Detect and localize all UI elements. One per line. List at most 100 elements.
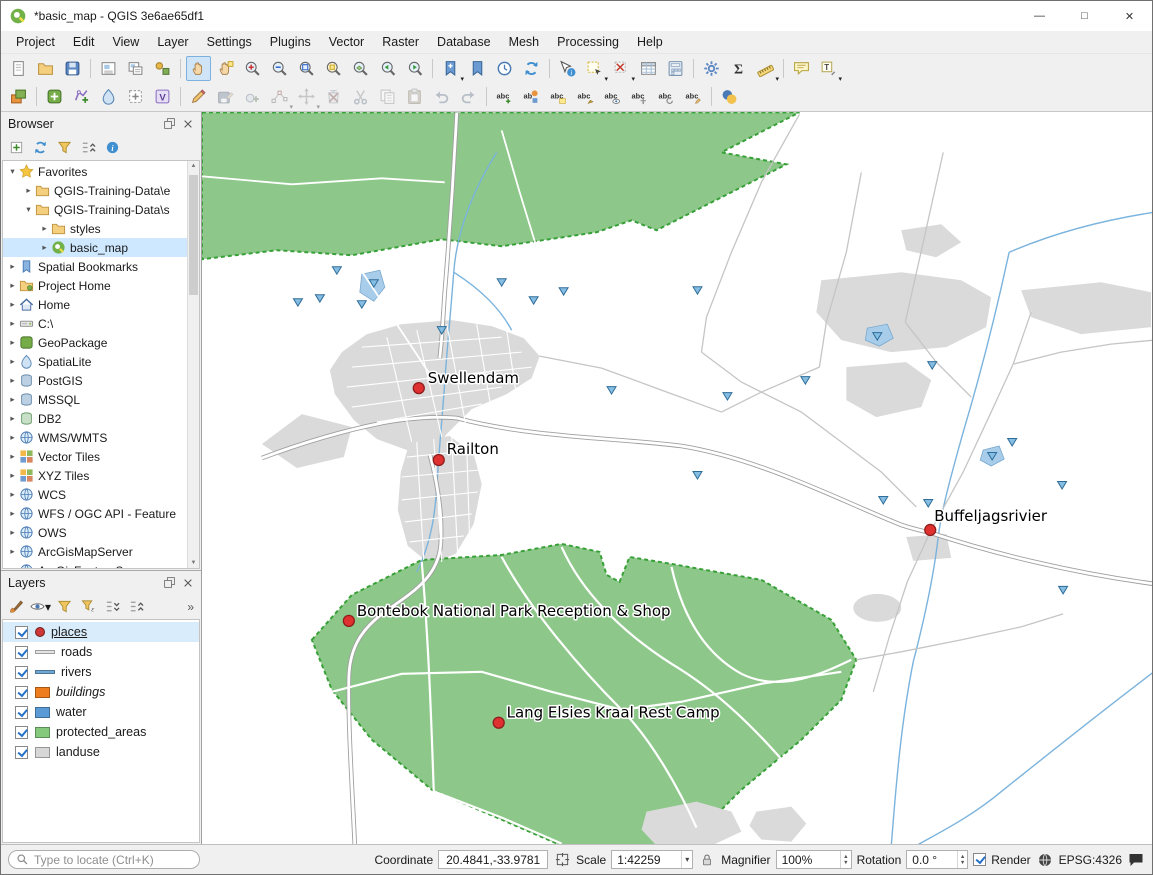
browser-item-spatialite[interactable]: ▸SpatiaLite bbox=[3, 352, 187, 371]
toggle-extents-icon[interactable] bbox=[553, 851, 571, 869]
layer-checkbox-roads[interactable] bbox=[15, 646, 28, 659]
highlight-pinned-labels-button[interactable]: abc bbox=[546, 84, 571, 109]
expand-all-layers-button[interactable] bbox=[102, 596, 123, 617]
pan-map-button[interactable] bbox=[186, 56, 211, 81]
layer-checkbox-water[interactable] bbox=[15, 706, 28, 719]
browser-item-geopackage[interactable]: ▸GeoPackage bbox=[3, 333, 187, 352]
menu-view[interactable]: View bbox=[103, 33, 148, 51]
layer-row-landuse[interactable]: landuse bbox=[3, 742, 199, 762]
chevron-right-icon[interactable]: ▸ bbox=[23, 185, 34, 196]
chevron-right-icon[interactable]: ▸ bbox=[7, 432, 18, 443]
map-svg[interactable]: SwellendamRailtonBuffeljagsrivierBontebo… bbox=[202, 112, 1152, 844]
maximize-button[interactable]: □ bbox=[1062, 1, 1107, 31]
undo-button[interactable] bbox=[429, 84, 454, 109]
browser-item-qgis-training-data-s[interactable]: ▾QGIS-Training-Data\s bbox=[3, 200, 187, 219]
map-canvas[interactable]: SwellendamRailtonBuffeljagsrivierBontebo… bbox=[202, 112, 1152, 844]
layer-row-rivers[interactable]: rivers bbox=[3, 662, 199, 682]
dropdown-arrow-icon[interactable]: ▾ bbox=[775, 75, 779, 83]
browser-item-wcs[interactable]: ▸WCS bbox=[3, 485, 187, 504]
temporal-controller-button[interactable] bbox=[492, 56, 517, 81]
dropdown-arrow-icon[interactable]: ▾ bbox=[460, 75, 464, 83]
identify-features-button[interactable]: i bbox=[555, 56, 580, 81]
pin-unpin-labels-button[interactable]: abc bbox=[573, 84, 598, 109]
menu-raster[interactable]: Raster bbox=[373, 33, 428, 51]
text-annotation-button[interactable]: T▾ bbox=[816, 56, 841, 81]
open-attribute-table-button[interactable] bbox=[636, 56, 661, 81]
layer-row-roads[interactable]: roads bbox=[3, 642, 199, 662]
chevron-right-icon[interactable]: ▸ bbox=[7, 546, 18, 557]
new-temporary-scratch-layer-button[interactable] bbox=[123, 84, 148, 109]
layers-toolbar-overflow[interactable]: » bbox=[187, 600, 196, 614]
layers-float-icon[interactable] bbox=[161, 575, 177, 591]
browser-item-home[interactable]: ▸Home bbox=[3, 295, 187, 314]
new-spatial-bookmark-button[interactable]: ▾ bbox=[438, 56, 463, 81]
menu-settings[interactable]: Settings bbox=[198, 33, 261, 51]
browser-item-wms-wmts[interactable]: ▸WMS/WMTS bbox=[3, 428, 187, 447]
layer-row-buildings[interactable]: buildings bbox=[3, 682, 199, 702]
chevron-right-icon[interactable]: ▸ bbox=[7, 527, 18, 538]
python-console-button[interactable] bbox=[717, 84, 742, 109]
vertex-tool-button[interactable]: ▾ bbox=[267, 84, 292, 109]
layer-row-places[interactable]: places bbox=[3, 622, 199, 642]
rotate-label-button[interactable]: abc bbox=[654, 84, 679, 109]
browser-item-arcgisfeatureserver[interactable]: ▸ArcGisFeatureServer bbox=[3, 561, 187, 568]
save-layer-edits-button[interactable] bbox=[213, 84, 238, 109]
chevron-right-icon[interactable]: ▸ bbox=[7, 299, 18, 310]
dropdown-arrow-icon[interactable]: ▾ bbox=[631, 75, 635, 83]
zoom-to-selection-button[interactable] bbox=[321, 56, 346, 81]
new-project-button[interactable] bbox=[6, 56, 31, 81]
browser-float-icon[interactable] bbox=[161, 116, 177, 132]
browser-item-c[interactable]: ▸C:\ bbox=[3, 314, 187, 333]
layer-checkbox-places[interactable] bbox=[15, 626, 28, 639]
filter-legend-button[interactable] bbox=[54, 596, 75, 617]
dropdown-arrow-icon[interactable]: ▾ bbox=[289, 103, 293, 111]
magnifier-spin-arrows[interactable]: ▲▼ bbox=[840, 851, 850, 868]
browser-item-postgis[interactable]: ▸PostGIS bbox=[3, 371, 187, 390]
show-spatial-bookmarks-button[interactable] bbox=[465, 56, 490, 81]
properties-widget-button[interactable]: i bbox=[102, 137, 123, 158]
browser-item-mssql[interactable]: ▸MSSQL bbox=[3, 390, 187, 409]
menu-help[interactable]: Help bbox=[628, 33, 672, 51]
menu-layer[interactable]: Layer bbox=[148, 33, 197, 51]
pan-to-selection-button[interactable] bbox=[213, 56, 238, 81]
browser-item-spatial-bookmarks[interactable]: ▸Spatial Bookmarks bbox=[3, 257, 187, 276]
open-data-source-manager-button[interactable] bbox=[6, 84, 31, 109]
show-hide-labels-button[interactable]: abc bbox=[600, 84, 625, 109]
browser-close-icon[interactable] bbox=[180, 116, 196, 132]
layer-checkbox-protected_areas[interactable] bbox=[15, 726, 28, 739]
zoom-in-button[interactable] bbox=[240, 56, 265, 81]
browser-item-ows[interactable]: ▸OWS bbox=[3, 523, 187, 542]
layer-checkbox-buildings[interactable] bbox=[15, 686, 28, 699]
menu-database[interactable]: Database bbox=[428, 33, 500, 51]
browser-item-wfs-ogc-api-feature[interactable]: ▸WFS / OGC API - Feature bbox=[3, 504, 187, 523]
coordinate-value-box[interactable]: 20.4841,-33.9781 bbox=[438, 850, 548, 869]
browser-item-styles[interactable]: ▸styles bbox=[3, 219, 187, 238]
filter-legend-by-expression-button[interactable]: ε bbox=[78, 596, 99, 617]
collapse-all-button[interactable] bbox=[78, 137, 99, 158]
browser-item-basic-map[interactable]: ▸basic_map bbox=[3, 238, 187, 257]
magnifier-spinbox[interactable]: 100% ▲▼ bbox=[776, 850, 852, 869]
chevron-right-icon[interactable]: ▸ bbox=[7, 470, 18, 481]
menu-vector[interactable]: Vector bbox=[320, 33, 373, 51]
close-button[interactable]: ✕ bbox=[1107, 1, 1152, 31]
new-geopackage-layer-button[interactable] bbox=[42, 84, 67, 109]
browser-item-arcgismapserver[interactable]: ▸ArcGisMapServer bbox=[3, 542, 187, 561]
collapse-all-layers-button[interactable] bbox=[126, 596, 147, 617]
rotation-spin-arrows[interactable]: ▲▼ bbox=[957, 851, 967, 868]
browser-item-project-home[interactable]: ▸Project Home bbox=[3, 276, 187, 295]
layer-checkbox-landuse[interactable] bbox=[15, 746, 28, 759]
select-features-button[interactable]: ▾ bbox=[582, 56, 607, 81]
menu-project[interactable]: Project bbox=[7, 33, 64, 51]
browser-item-xyz-tiles[interactable]: ▸XYZ Tiles bbox=[3, 466, 187, 485]
chevron-right-icon[interactable]: ▸ bbox=[7, 489, 18, 500]
render-checkbox[interactable] bbox=[973, 853, 986, 866]
chevron-right-icon[interactable]: ▸ bbox=[7, 337, 18, 348]
dropdown-arrow-icon[interactable]: ▾ bbox=[838, 75, 842, 83]
scale-combobox[interactable]: 1:42259 ▾ bbox=[611, 850, 693, 869]
chevron-right-icon[interactable]: ▸ bbox=[7, 565, 18, 568]
scale-dropdown-arrow[interactable]: ▾ bbox=[681, 851, 692, 868]
browser-scrollbar[interactable]: ▲▼ bbox=[187, 161, 199, 568]
show-layout-manager-button[interactable] bbox=[123, 56, 148, 81]
change-label-button[interactable]: abc bbox=[681, 84, 706, 109]
menu-edit[interactable]: Edit bbox=[64, 33, 104, 51]
